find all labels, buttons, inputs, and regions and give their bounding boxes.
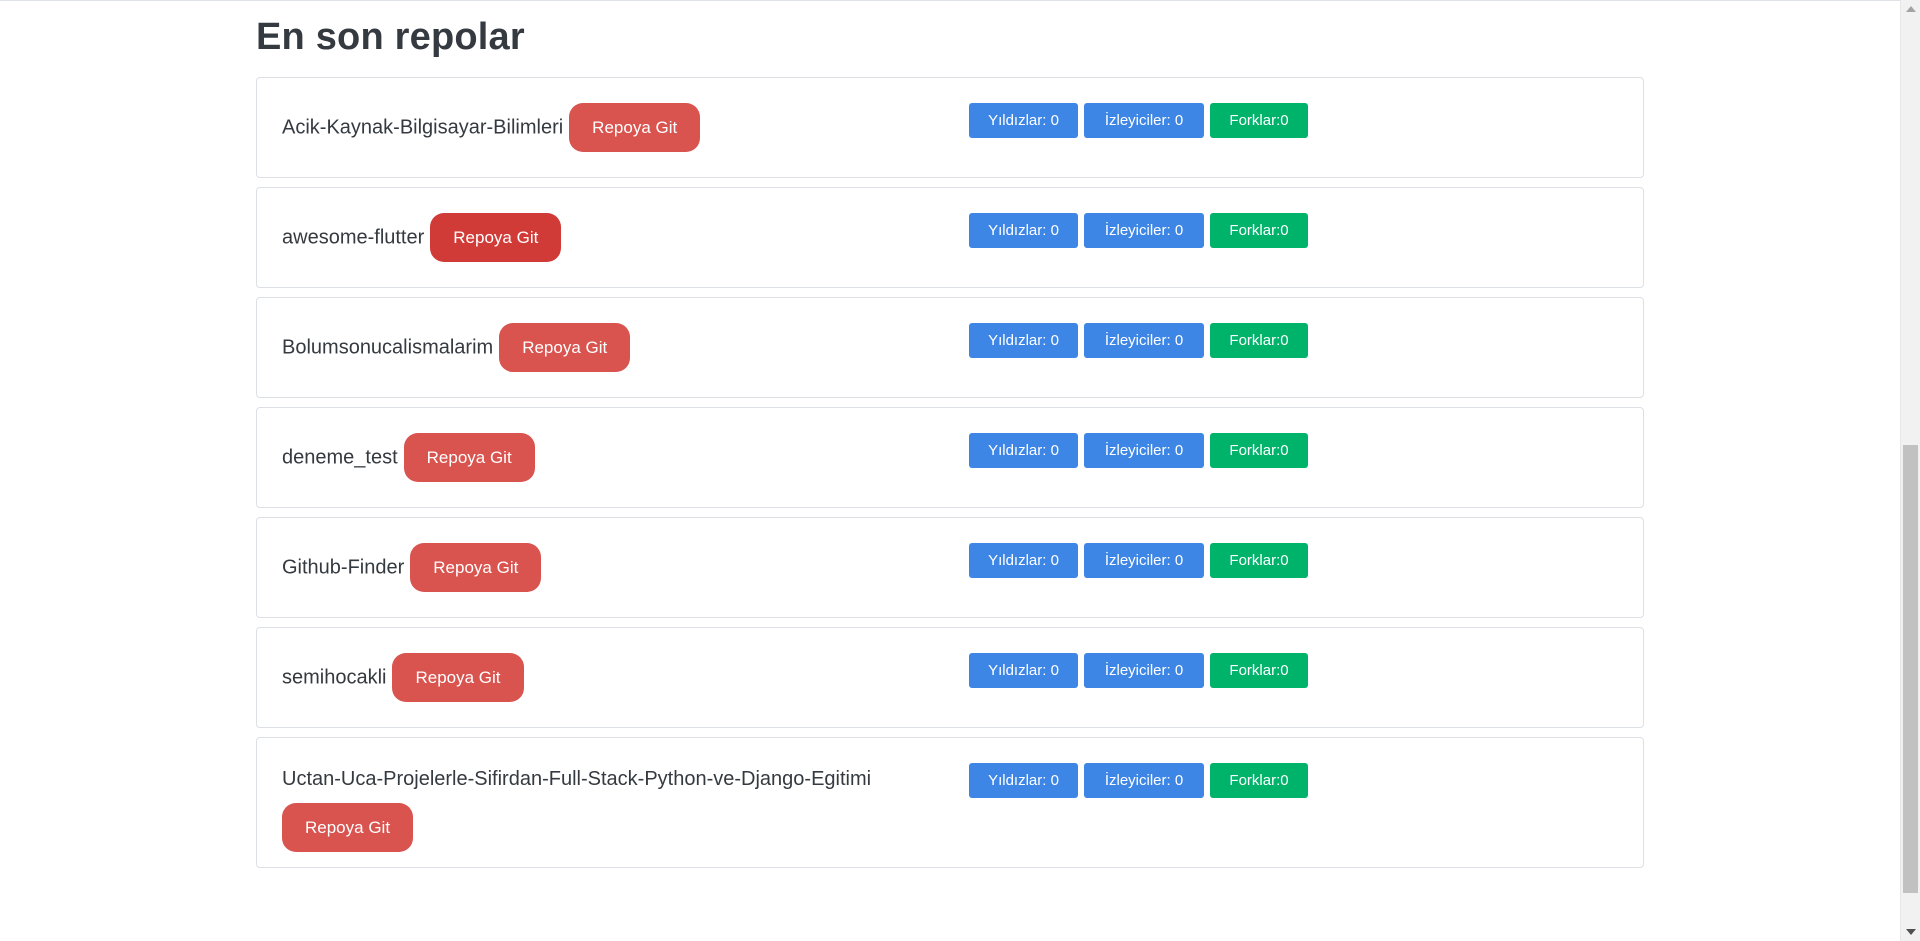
go-to-repo-button[interactable]: Repoya Git (403, 433, 535, 482)
repo-name: semihocakli (282, 666, 387, 689)
forks-badge: Forklar:0 (1210, 763, 1308, 798)
repo-info: awesome-flutter Repoya Git (282, 213, 962, 262)
watchers-badge: İzleyiciler: 0 (1084, 323, 1204, 358)
forks-badge: Forklar:0 (1210, 323, 1308, 358)
vertical-scrollbar[interactable] (1900, 0, 1920, 941)
stars-badge: Yıldızlar: 0 (969, 323, 1078, 358)
stars-badge: Yıldızlar: 0 (969, 653, 1078, 688)
go-to-repo-button[interactable]: Repoya Git (569, 103, 701, 152)
scroll-up-arrow-icon[interactable] (1906, 6, 1916, 12)
repo-info: Uctan-Uca-Projelerle-Sifirdan-Full-Stack… (282, 763, 962, 852)
repo-info: semihocakli Repoya Git (282, 653, 962, 702)
repo-name: Bolumsonucalismalarim (282, 336, 494, 359)
repo-info: Acik-Kaynak-Bilgisayar-Bilimleri Repoya G… (282, 103, 962, 152)
forks-badge: Forklar:0 (1210, 213, 1308, 248)
repo-card: Bolumsonucalismalarim Repoya Git Yıldızla… (256, 297, 1644, 398)
repo-list: Acik-Kaynak-Bilgisayar-Bilimleri Repoya G… (256, 77, 1644, 868)
scrollbar-thumb[interactable] (1903, 445, 1918, 893)
forks-badge: Forklar:0 (1210, 103, 1308, 138)
forks-badge: Forklar:0 (1210, 433, 1308, 468)
stars-badge: Yıldızlar: 0 (969, 103, 1078, 138)
repo-stats: Yıldızlar: 0 İzleyiciler: 0 Forklar:0 (969, 763, 1308, 798)
repo-card: Uctan-Uca-Projelerle-Sifirdan-Full-Stack… (256, 737, 1644, 868)
repo-stats: Yıldızlar: 0 İzleyiciler: 0 Forklar:0 (969, 653, 1308, 688)
repo-card: awesome-flutter Repoya Git Yıldızlar: 0 İ… (256, 187, 1644, 288)
repo-name: deneme_test (282, 446, 398, 469)
repo-stats: Yıldızlar: 0 İzleyiciler: 0 Forklar:0 (969, 543, 1308, 578)
repo-stats: Yıldızlar: 0 İzleyiciler: 0 Forklar:0 (969, 323, 1308, 358)
repo-stats: Yıldızlar: 0 İzleyiciler: 0 Forklar:0 (969, 433, 1308, 468)
forks-badge: Forklar:0 (1210, 543, 1308, 578)
watchers-badge: İzleyiciler: 0 (1084, 213, 1204, 248)
stars-badge: Yıldızlar: 0 (969, 433, 1078, 468)
watchers-badge: İzleyiciler: 0 (1084, 763, 1204, 798)
stars-badge: Yıldızlar: 0 (969, 763, 1078, 798)
main-container: En son repolar Acik-Kaynak-Bilgisayar-Bi… (256, 0, 1644, 877)
repo-name: awesome-flutter (282, 226, 425, 249)
repo-name: Uctan-Uca-Projelerle-Sifirdan-Full-Stack… (282, 768, 872, 790)
repo-name: Acik-Kaynak-Bilgisayar-Bilimleri (282, 116, 564, 139)
go-to-repo-button[interactable]: Repoya Git (499, 323, 631, 372)
stars-badge: Yıldızlar: 0 (969, 543, 1078, 578)
go-to-repo-button[interactable]: Repoya Git (410, 543, 542, 592)
watchers-badge: İzleyiciler: 0 (1084, 103, 1204, 138)
stars-badge: Yıldızlar: 0 (969, 213, 1078, 248)
repo-card: Github-Finder Repoya Git Yıldızlar: 0 İzl… (256, 517, 1644, 618)
repo-card: Acik-Kaynak-Bilgisayar-Bilimleri Repoya G… (256, 77, 1644, 178)
repo-stats: Yıldızlar: 0 İzleyiciler: 0 Forklar:0 (969, 103, 1308, 138)
repo-info: Github-Finder Repoya Git (282, 543, 962, 592)
repo-info: deneme_test Repoya Git (282, 433, 962, 482)
scroll-down-arrow-icon[interactable] (1906, 929, 1916, 935)
repo-info: Bolumsonucalismalarim Repoya Git (282, 323, 962, 372)
page-title: En son repolar (256, 16, 525, 58)
go-to-repo-button[interactable]: Repoya Git (430, 213, 562, 262)
watchers-badge: İzleyiciler: 0 (1084, 543, 1204, 578)
repo-card: semihocakli Repoya Git Yıldızlar: 0 İzley… (256, 627, 1644, 728)
repo-stats: Yıldızlar: 0 İzleyiciler: 0 Forklar:0 (969, 213, 1308, 248)
forks-badge: Forklar:0 (1210, 653, 1308, 688)
repo-name: Github-Finder (282, 556, 405, 579)
repo-card: deneme_test Repoya Git Yıldızlar: 0 İzley… (256, 407, 1644, 508)
watchers-badge: İzleyiciler: 0 (1084, 653, 1204, 688)
watchers-badge: İzleyiciler: 0 (1084, 433, 1204, 468)
go-to-repo-button[interactable]: Repoya Git (282, 803, 414, 852)
go-to-repo-button[interactable]: Repoya Git (392, 653, 524, 702)
